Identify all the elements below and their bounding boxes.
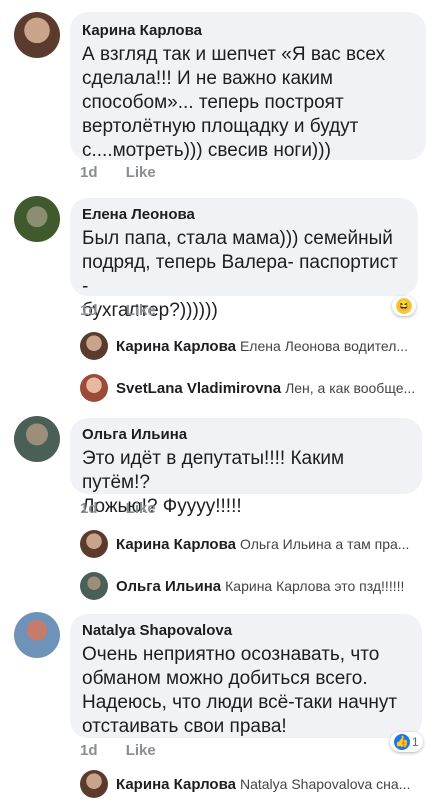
avatar[interactable] (14, 416, 60, 462)
reply-line: Карина Карлова Ольга Ильина а там пра... (116, 536, 439, 553)
reply-text: Елена Леонова водител... (239, 338, 409, 354)
reaction-badge[interactable]: 😆 (392, 296, 416, 316)
comment-bubble: Карина Карлова А взгляд так и шепчет «Я … (70, 12, 426, 161)
reply-line: Карина Карлова Natalya Shapovalova сна... (116, 776, 439, 793)
comment-bubble: Ольга Ильина Это идёт в депутаты!!!! Как… (70, 418, 422, 517)
avatar[interactable] (80, 374, 108, 402)
like-button[interactable]: Like (126, 500, 156, 517)
comment-time[interactable]: 1d (80, 500, 98, 517)
avatar[interactable] (14, 196, 60, 242)
avatar[interactable] (80, 770, 108, 798)
comment-text: А взгляд так и шепчет «Я вас всех сделал… (82, 44, 386, 161)
reaction-count: 1 (412, 735, 419, 749)
reply-item[interactable]: Ольга Ильина Карина Карлова это пзд!!!!!! (0, 572, 439, 608)
reply-text: Карина Карлова это пзд!!!!!! (225, 578, 405, 594)
reply-item[interactable]: Карина Карлова Natalya Shapovalova сна... (0, 770, 439, 806)
comment-author[interactable]: Natalya Shapovalova (82, 622, 410, 639)
comment-text: Очень неприятно осознавать, что обманом … (82, 644, 398, 737)
reply-author[interactable]: SvetLana Vladimirovna (116, 380, 281, 397)
comment-meta: 1d Like (80, 742, 180, 759)
avatar[interactable] (14, 12, 60, 58)
reply-text: Natalya Shapovalova сна... (239, 776, 411, 792)
avatar[interactable] (14, 612, 60, 658)
reply-line: Карина Карлова Елена Леонова водител... (116, 338, 439, 355)
avatar[interactable] (80, 572, 108, 600)
reply-item[interactable]: Карина Карлова Елена Леонова водител... (0, 332, 439, 368)
haha-reaction-icon: 😆 (396, 298, 412, 314)
avatar[interactable] (80, 332, 108, 360)
comment-meta: 1d Like (80, 302, 180, 319)
like-button[interactable]: Like (126, 164, 156, 181)
reaction-badge[interactable]: 👍 1 (390, 732, 423, 752)
reply-text: Лен, а как вообще... (285, 380, 416, 396)
reply-item[interactable]: SvetLana Vladimirovna Лен, а как вообще..… (0, 374, 439, 410)
comment-author[interactable]: Карина Карлова (82, 22, 414, 39)
comment-time[interactable]: 1d (80, 742, 98, 759)
like-button[interactable]: Like (126, 302, 156, 319)
comment-time[interactable]: 1d (80, 164, 98, 181)
reply-author[interactable]: Карина Карлова (116, 536, 236, 553)
reply-author[interactable]: Ольга Ильина (116, 578, 221, 595)
comment-author[interactable]: Елена Леонова (82, 206, 406, 223)
reply-text: Ольга Ильина а там пра... (239, 536, 410, 552)
like-reaction-icon: 👍 (394, 734, 410, 750)
comment-meta: 1d Like (80, 164, 180, 181)
comment-meta: 1d Like (80, 500, 180, 517)
reply-author[interactable]: Карина Карлова (116, 338, 236, 355)
reply-item[interactable]: Карина Карлова Ольга Ильина а там пра... (0, 530, 439, 566)
comment-author[interactable]: Ольга Ильина (82, 426, 410, 443)
like-button[interactable]: Like (126, 742, 156, 759)
comment-bubble: Елена Леонова Был папа, стала мама))) се… (70, 198, 418, 321)
reply-line: SvetLana Vladimirovna Лен, а как вообще..… (116, 380, 439, 397)
reply-line: Ольга Ильина Карина Карлова это пзд!!!!!! (116, 578, 439, 595)
avatar[interactable] (80, 530, 108, 558)
reply-author[interactable]: Карина Карлова (116, 776, 236, 793)
comment-bubble: Natalya Shapovalova Очень неприятно осоз… (70, 614, 422, 738)
comment-time[interactable]: 1d (80, 302, 98, 319)
